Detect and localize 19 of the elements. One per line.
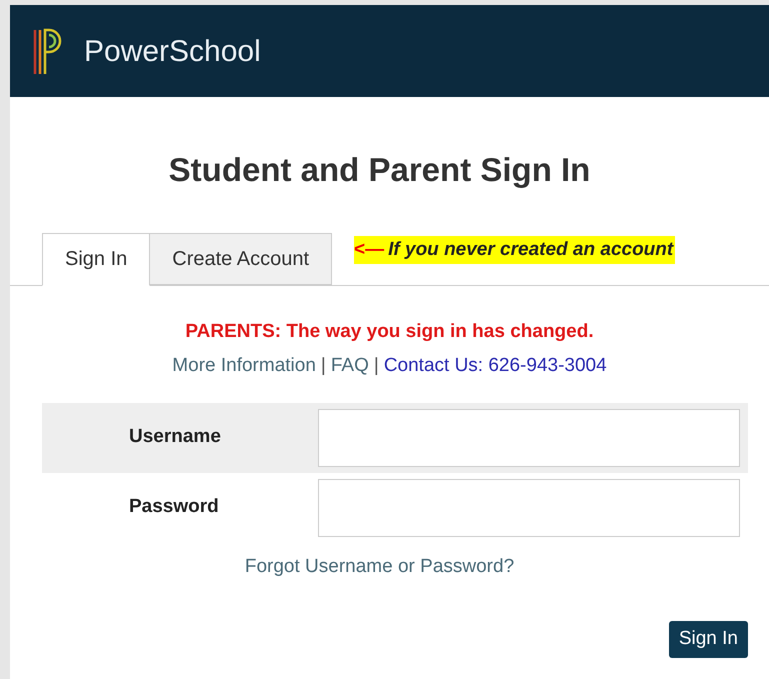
arrow-text: <— (354, 238, 384, 262)
forgot-link[interactable]: Forgot Username or Password? (244, 552, 514, 581)
tab[interactable]: Create Account (150, 232, 332, 284)
logo-icon (32, 26, 62, 76)
alert-text: PARENTS: The way you sign in has changed. (184, 320, 595, 344)
separator-text: | (320, 354, 326, 378)
input-field[interactable] (318, 408, 740, 466)
input-field[interactable] (318, 478, 740, 536)
info-link[interactable]: More Information (172, 352, 316, 380)
field-label: Password (128, 495, 220, 520)
brand-name[interactable]: PowerSchool (84, 28, 261, 74)
field-label: Username (128, 425, 222, 450)
info-link[interactable]: FAQ (330, 352, 369, 380)
sign-in-button[interactable]: Sign In (668, 621, 748, 658)
separator-text: | (374, 354, 379, 378)
info-link[interactable]: Contact Us: 626-943-3004 (384, 352, 607, 380)
tab[interactable]: Sign In (42, 232, 150, 286)
note-text: If you never created an account (388, 238, 674, 262)
page-title: Student and Parent Sign In (168, 150, 592, 190)
